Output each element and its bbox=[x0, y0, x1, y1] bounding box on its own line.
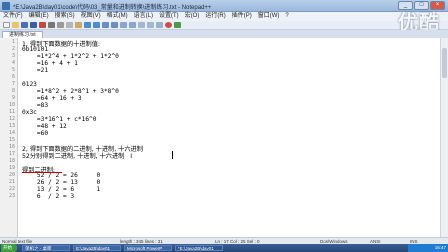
line-number: 8 bbox=[11, 88, 15, 94]
undo-icon[interactable] bbox=[84, 22, 91, 28]
line-number: 2 bbox=[11, 46, 15, 52]
line-number: 7 bbox=[11, 81, 15, 87]
line-number: 13 bbox=[8, 123, 15, 129]
menu-language[interactable]: 语言(L) bbox=[134, 12, 153, 21]
redo-icon[interactable] bbox=[93, 22, 100, 28]
line-number: 4 bbox=[11, 60, 15, 66]
code-line: =3*16^1 + c*16^0 bbox=[22, 116, 97, 123]
line-number: 11 bbox=[8, 109, 15, 115]
taskbar-item[interactable]: E:\Java2B\day01 bbox=[73, 245, 121, 251]
code-line: 26 / 2 = 13 0 bbox=[22, 179, 101, 186]
line-number: 12 bbox=[8, 116, 15, 122]
taskbar: 开始 单机之 - 桌面 E:\Java2B\day01 Microsoft Po… bbox=[0, 244, 448, 252]
new-icon[interactable] bbox=[3, 22, 10, 28]
line-number: 19 bbox=[8, 165, 15, 171]
code-line: =83 bbox=[22, 102, 49, 109]
line-number: 9 bbox=[11, 95, 15, 101]
system-tray: 16:47 bbox=[408, 244, 448, 252]
code-line: =64 + 16 + 3 bbox=[22, 95, 82, 102]
cut-icon[interactable] bbox=[57, 22, 64, 28]
code-line: 6 / 2 = 3 bbox=[22, 193, 75, 200]
tab-bar: 进制练习.txt bbox=[0, 30, 448, 38]
taskbar-item[interactable]: 单机之 - 桌面 bbox=[22, 245, 70, 251]
code-line: =1*2^4 + 1*2^2 + 1*2^0 bbox=[22, 53, 119, 60]
close-icon[interactable] bbox=[39, 22, 46, 28]
code-line: =1*8^2 + 2*8^1 + 3*8^0 bbox=[22, 88, 119, 95]
menu-help[interactable]: ? bbox=[285, 12, 288, 21]
line-number: 10 bbox=[8, 102, 15, 108]
macro-play-icon[interactable] bbox=[174, 22, 181, 28]
menu-view[interactable]: 视图(V) bbox=[81, 12, 101, 21]
line-number: 1 bbox=[11, 39, 15, 45]
replace-icon[interactable] bbox=[111, 22, 118, 28]
line-number: 22 bbox=[8, 186, 15, 192]
clock: 16:47 bbox=[434, 245, 446, 250]
line-number: 18 bbox=[8, 158, 15, 164]
line-number: 20 bbox=[8, 172, 15, 178]
menu-file[interactable]: 文件(F) bbox=[3, 12, 23, 21]
taskbar-item[interactable]: Microsoft PowerP bbox=[124, 245, 172, 251]
line-number-gutter: 1 2 3 4 5 6 7 8 9 10 11 12 13 14 15 16 1… bbox=[0, 38, 18, 237]
menu-bar: 文件(F) 编辑(E) 搜索(S) 视图(V) 格式(M) 语言(L) 设置(T… bbox=[0, 12, 448, 21]
window-title: *E:\Java2B\day01\code\代码\03_常量和进制转换\进制练习… bbox=[13, 5, 212, 11]
menu-window[interactable]: 窗口(W) bbox=[258, 12, 280, 21]
toolbar bbox=[0, 21, 448, 30]
paste-icon[interactable] bbox=[75, 22, 82, 28]
line-number: 23 bbox=[8, 193, 15, 199]
code-line: 0123 bbox=[22, 81, 37, 88]
status-bar: Normal text file length : 345 lines : 31… bbox=[0, 237, 448, 244]
code-line: 13 / 2 = 6 1 bbox=[22, 186, 101, 193]
line-number: 6 bbox=[11, 74, 15, 80]
line-number: 15 bbox=[8, 137, 15, 143]
menu-format[interactable]: 格式(M) bbox=[107, 12, 128, 21]
menu-edit[interactable]: 编辑(E) bbox=[29, 12, 49, 21]
start-label: 开始 bbox=[3, 245, 12, 250]
code-line: =16 + 4 + 1 bbox=[22, 60, 78, 67]
open-icon[interactable] bbox=[12, 22, 19, 28]
line-number: 16 bbox=[8, 144, 15, 150]
menu-plugins[interactable]: 插件(P) bbox=[232, 12, 252, 21]
indent-icon[interactable] bbox=[156, 22, 163, 28]
code-line: 52分别得到二进制, 十进制, 十六进制 I bbox=[22, 153, 133, 160]
code-text[interactable]: 1, 得到下面数据的十进制值: 0b10101 =1*2^4 + 1*2^2 +… bbox=[22, 38, 422, 237]
line-number: 3 bbox=[11, 53, 15, 59]
start-button[interactable]: 开始 bbox=[1, 244, 17, 252]
editor-area[interactable]: 1 2 3 4 5 6 7 8 9 10 11 12 13 14 15 16 1… bbox=[0, 38, 448, 237]
red-underline bbox=[22, 172, 62, 173]
menu-settings[interactable]: 设置(T) bbox=[159, 12, 179, 21]
taskbar-item-active[interactable]: *E:\Java2B\day01 bbox=[175, 245, 223, 251]
text-cursor bbox=[172, 151, 173, 159]
code-line: 0x3c bbox=[22, 109, 37, 116]
scrollbar-thumb[interactable] bbox=[442, 48, 447, 78]
macro-record-icon[interactable] bbox=[165, 22, 172, 28]
sync-icon[interactable] bbox=[138, 22, 145, 28]
code-line: =60 bbox=[22, 130, 49, 137]
notepadpp-icon bbox=[2, 2, 10, 10]
line-number: 14 bbox=[8, 130, 15, 136]
menu-run[interactable]: 运行(R) bbox=[205, 12, 225, 21]
code-line: 0b10101 bbox=[22, 46, 49, 53]
copy-icon[interactable] bbox=[66, 22, 73, 28]
code-line: =48 + 12 bbox=[22, 123, 67, 130]
title-bar: *E:\Java2B\day01\code\代码\03_常量和进制转换\进制练习… bbox=[0, 0, 448, 12]
menu-macro[interactable]: 宏(O) bbox=[185, 12, 200, 21]
save-icon[interactable] bbox=[21, 22, 28, 28]
code-line: 52 / 2 = 26 0 bbox=[22, 172, 101, 179]
find-icon[interactable] bbox=[102, 22, 109, 28]
vertical-scrollbar[interactable] bbox=[440, 38, 448, 237]
zoomout-icon[interactable] bbox=[129, 22, 136, 28]
line-number: 5 bbox=[11, 67, 15, 73]
zoomin-icon[interactable] bbox=[120, 22, 127, 28]
code-line: =21 bbox=[22, 67, 49, 74]
line-number: 21 bbox=[8, 179, 15, 185]
tab-file[interactable]: 进制练习.txt bbox=[2, 31, 43, 38]
print-icon[interactable] bbox=[48, 22, 55, 28]
saveall-icon[interactable] bbox=[30, 22, 37, 28]
line-number: 17 bbox=[8, 151, 15, 157]
wrap-icon[interactable] bbox=[147, 22, 154, 28]
menu-search[interactable]: 搜索(S) bbox=[55, 12, 75, 21]
